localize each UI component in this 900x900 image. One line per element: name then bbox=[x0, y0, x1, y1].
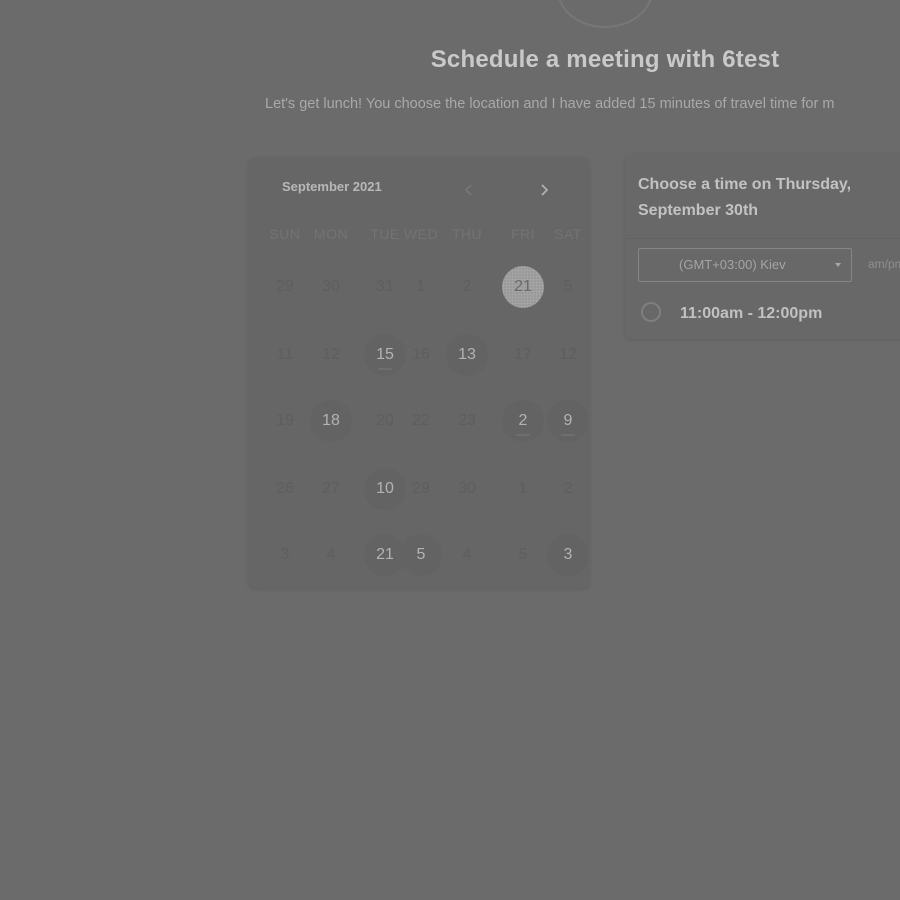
day-number: 5 bbox=[416, 546, 426, 563]
calendar-day: 1 bbox=[502, 468, 544, 510]
timezone-select[interactable]: (GMT+03:00) Kiev bbox=[638, 248, 852, 282]
calendar-day: 12 bbox=[310, 334, 352, 376]
day-number: 22 bbox=[412, 412, 430, 429]
weekday-sun: SUN bbox=[269, 226, 301, 242]
day-number: 21 bbox=[376, 546, 394, 563]
calendar-day[interactable]: 13 bbox=[446, 334, 488, 376]
weekday-mon: MON bbox=[313, 226, 349, 242]
today-indicator bbox=[378, 368, 392, 370]
calendar-day: 5 bbox=[502, 534, 544, 576]
calendar-day[interactable]: 5 bbox=[400, 534, 442, 576]
caret-down-icon bbox=[835, 263, 841, 267]
calendar-day: 16 bbox=[400, 334, 442, 376]
day-number: 2 bbox=[563, 480, 573, 497]
day-number: 21 bbox=[514, 278, 532, 295]
day-number: 23 bbox=[458, 412, 476, 429]
day-number: 3 bbox=[563, 546, 573, 563]
day-number: 1 bbox=[416, 278, 426, 295]
selected-date-title: Choose a time on Thursday, September 30t… bbox=[638, 176, 852, 219]
calendar-day: 29 bbox=[400, 468, 442, 510]
calendar-day[interactable]: 3 bbox=[547, 534, 589, 576]
day-number: 10 bbox=[376, 480, 394, 497]
calendar-day: 17 bbox=[502, 334, 544, 376]
time-slot-label: 11:00am - 12:00pm bbox=[680, 305, 823, 322]
calendar-day: 5 bbox=[547, 266, 589, 308]
today-indicator bbox=[561, 434, 575, 436]
weekday-sat: SAT bbox=[554, 226, 582, 242]
day-number: 18 bbox=[322, 412, 340, 429]
calendar-day: 27 bbox=[310, 468, 352, 510]
day-number: 2 bbox=[518, 412, 528, 429]
day-number: 29 bbox=[276, 278, 294, 295]
calendar-day[interactable]: 9 bbox=[547, 400, 589, 442]
day-number: 13 bbox=[458, 346, 476, 363]
calendar-day: 30 bbox=[310, 266, 352, 308]
calendar-day[interactable]: 18 bbox=[310, 400, 352, 442]
month-label: September 2021 bbox=[282, 179, 382, 194]
calendar-day: 1 bbox=[400, 266, 442, 308]
day-number: 27 bbox=[322, 480, 340, 497]
day-number: 17 bbox=[514, 346, 532, 363]
calendar-day: 4 bbox=[310, 534, 352, 576]
prev-month-button[interactable] bbox=[459, 180, 479, 200]
weekday-fri: FRI bbox=[510, 226, 536, 242]
calendar-day: 4 bbox=[446, 534, 488, 576]
calendar-day: 11 bbox=[264, 334, 306, 376]
panel-header: Choose a time on Thursday, September 30t… bbox=[625, 154, 900, 239]
day-number: 4 bbox=[462, 546, 472, 563]
day-number: 19 bbox=[276, 412, 294, 429]
calendar-day: 26 bbox=[264, 468, 306, 510]
timezone-value: (GMT+03:00) Kiev bbox=[679, 257, 786, 272]
calendar-day: 3 bbox=[264, 534, 306, 576]
day-number: 30 bbox=[322, 278, 340, 295]
calendar-day[interactable]: 2 bbox=[502, 400, 544, 442]
day-number: 3 bbox=[280, 546, 290, 563]
calendar-day: 19 bbox=[264, 400, 306, 442]
day-number: 5 bbox=[518, 546, 528, 563]
chevron-left-icon bbox=[464, 184, 472, 196]
day-number: 29 bbox=[412, 480, 430, 497]
time-format-toggle[interactable]: am/pm bbox=[868, 257, 900, 271]
calendar-day: 22 bbox=[400, 400, 442, 442]
radio-button[interactable] bbox=[641, 302, 661, 322]
time-slot-panel: Choose a time on Thursday, September 30t… bbox=[625, 154, 900, 339]
day-number: 5 bbox=[563, 278, 573, 295]
weekday-wed: WED bbox=[403, 226, 439, 242]
day-number: 12 bbox=[322, 346, 340, 363]
calendar-day: 29 bbox=[264, 266, 306, 308]
chevron-right-icon bbox=[541, 184, 549, 196]
day-number: 15 bbox=[376, 346, 394, 363]
day-number: 20 bbox=[376, 412, 394, 429]
calendar-day: 2 bbox=[446, 266, 488, 308]
day-number: 16 bbox=[412, 346, 430, 363]
day-number: 2 bbox=[462, 278, 472, 295]
day-number: 4 bbox=[326, 546, 336, 563]
today-indicator bbox=[516, 434, 530, 436]
day-number: 26 bbox=[276, 480, 294, 497]
event-description: Let's get lunch! You choose the location… bbox=[265, 96, 835, 112]
calendar-day: 30 bbox=[446, 468, 488, 510]
calendar-day[interactable]: 21 bbox=[502, 266, 544, 308]
calendar-day: 2 bbox=[547, 468, 589, 510]
day-number: 1 bbox=[518, 480, 528, 497]
page-title: Schedule a meeting with 6test bbox=[430, 46, 780, 73]
next-month-button[interactable] bbox=[534, 180, 554, 200]
day-number: 11 bbox=[276, 346, 294, 363]
calendar-day: 12 bbox=[547, 334, 589, 376]
day-number: 9 bbox=[563, 412, 573, 429]
avatar bbox=[557, 0, 653, 28]
day-number: 30 bbox=[458, 480, 476, 497]
weekday-thu: THU bbox=[451, 226, 483, 242]
day-number: 12 bbox=[559, 346, 577, 363]
calendar-day: 23 bbox=[446, 400, 488, 442]
day-number: 31 bbox=[376, 278, 394, 295]
date-picker: September 2021 SUN MON TUE WED THU FRI SAT 29 3… bbox=[249, 158, 589, 588]
